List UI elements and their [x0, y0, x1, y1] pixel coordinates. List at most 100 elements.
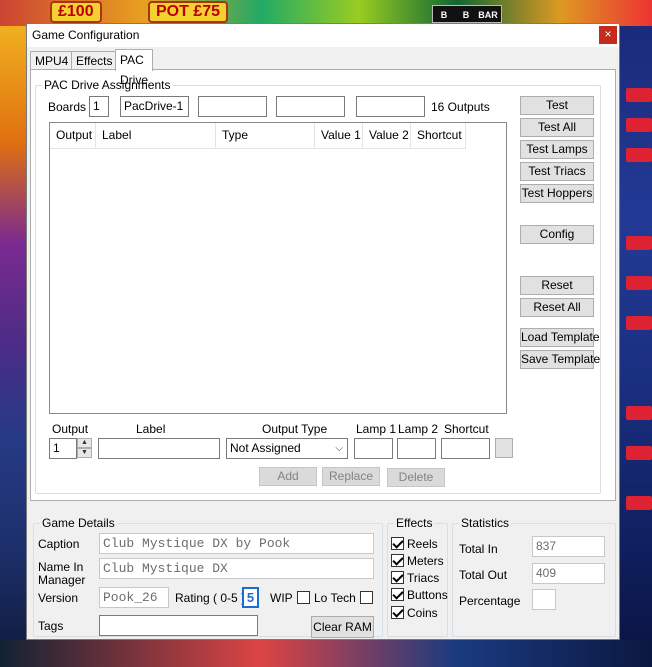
board-3-name-field[interactable]	[276, 96, 345, 117]
outputs-count-label: 16 Outputs	[431, 100, 490, 114]
config-button[interactable]: Config	[520, 225, 594, 244]
load-template-button[interactable]: Load Template	[520, 328, 600, 347]
column-header-value-2[interactable]: Value 2	[363, 123, 411, 148]
test-lamps-button[interactable]: Test Lamps	[520, 140, 594, 159]
output-type-value: Not Assigned	[230, 441, 301, 455]
shortcut-picker-button[interactable]	[495, 438, 513, 458]
close-icon: ×	[604, 27, 612, 41]
assignments-list[interactable]: Output Label Type Value 1 Value 2 Shortc…	[49, 122, 507, 414]
board-1-name-field[interactable]: PacDrive-1	[120, 96, 189, 117]
reset-all-button[interactable]: Reset All	[520, 298, 594, 317]
pac-drive-panel: PAC Drive Assignments Boards 1 PacDrive-…	[30, 69, 616, 501]
pot-badge: POT £75	[148, 1, 229, 23]
effects-item-label: Triacs	[407, 571, 440, 585]
effects-item-label: Buttons	[407, 588, 448, 602]
output-label-field[interactable]	[98, 438, 220, 459]
total-out-field: 409	[532, 563, 605, 584]
checkbox-checked-icon	[391, 606, 404, 619]
spinner-up-icon[interactable]: ▲	[77, 438, 92, 448]
checkbox-checked-icon	[391, 537, 404, 550]
reel-symbol: B	[440, 10, 448, 20]
tags-field[interactable]	[99, 615, 258, 636]
save-template-button[interactable]: Save Template	[520, 350, 600, 369]
effects-reels-checkbox[interactable]: Reels	[391, 537, 438, 553]
boards-label: Boards	[48, 100, 87, 114]
total-in-field: 837	[532, 536, 605, 557]
column-header-type[interactable]: Type	[216, 123, 315, 148]
chevron-down-icon: ⌵	[335, 443, 343, 454]
clear-ram-button[interactable]: Clear RAM	[311, 616, 374, 638]
tags-label: Tags	[38, 619, 64, 633]
group-label: Game Details	[40, 516, 117, 530]
output-label: Output	[52, 422, 89, 436]
output-type-label: Output Type	[262, 422, 328, 436]
group-label: Effects	[394, 516, 435, 530]
percentage-label: Percentage	[459, 594, 521, 608]
close-button[interactable]: ×	[599, 26, 617, 44]
game-artwork-left	[0, 26, 26, 667]
test-button[interactable]: Test	[520, 96, 594, 115]
column-header-label[interactable]: Label	[96, 123, 216, 148]
label-label: Label	[136, 422, 166, 436]
lamp-1-label: Lamp 1	[356, 422, 397, 436]
board-2-name-field[interactable]	[198, 96, 267, 117]
effects-meters-checkbox[interactable]: Meters	[391, 554, 444, 570]
replace-button[interactable]: Replace	[322, 467, 380, 486]
board-4-name-field[interactable]	[356, 96, 425, 117]
test-triacs-button[interactable]: Test Triacs	[520, 162, 594, 181]
checkbox-checked-icon	[391, 571, 404, 584]
effects-item-label: Reels	[407, 537, 438, 551]
add-button[interactable]: Add	[259, 467, 317, 486]
column-header-output[interactable]: Output	[50, 123, 96, 148]
game-artwork-bottom	[0, 640, 652, 667]
total-in-label: Total In	[459, 542, 498, 556]
caption-label: Caption	[38, 537, 80, 551]
group-label: PAC Drive Assignments	[42, 78, 173, 92]
effects-buttons-checkbox[interactable]: Buttons	[391, 588, 448, 604]
spinner-down-icon[interactable]: ▼	[77, 448, 92, 458]
prize-badge: £100	[50, 1, 102, 23]
column-header-shortcut[interactable]: Shortcut	[411, 123, 466, 148]
effects-triacs-checkbox[interactable]: Triacs	[391, 571, 439, 587]
tab-mpu4[interactable]: MPU4	[30, 51, 74, 70]
delete-button[interactable]: Delete	[387, 468, 445, 487]
output-spinner[interactable]: ▲ ▼	[77, 438, 92, 458]
tab-pac-drive[interactable]: PAC Drive	[115, 49, 153, 87]
reel-display: B B BAR	[432, 5, 502, 23]
shortcut-label: Shortcut	[444, 422, 489, 436]
lamp-2-field[interactable]	[397, 438, 436, 459]
game-artwork-right	[620, 26, 652, 667]
lamp-1-field[interactable]	[354, 438, 393, 459]
group-label: Statistics	[459, 516, 512, 530]
name-in-manager-field[interactable]: Club Mystique DX	[99, 558, 374, 579]
output-type-select[interactable]: Not Assigned ⌵	[226, 438, 348, 459]
lo-tech-label: Lo Tech	[314, 591, 356, 605]
reel-symbol: B	[462, 10, 470, 20]
reset-button[interactable]: Reset	[520, 276, 594, 295]
window-title: Game Configuration	[32, 28, 140, 42]
version-label: Version	[38, 591, 79, 605]
manager-label: Manager	[38, 573, 86, 587]
wip-checkbox[interactable]	[297, 591, 310, 604]
test-all-button[interactable]: Test All	[520, 118, 594, 137]
reel-symbol: BAR	[478, 10, 498, 20]
column-header-value-1[interactable]: Value 1	[315, 123, 363, 148]
effects-coins-checkbox[interactable]: Coins	[391, 606, 438, 622]
effects-item-label: Meters	[407, 554, 444, 568]
shortcut-field[interactable]	[441, 438, 490, 459]
caption-field[interactable]: Club Mystique DX by Pook	[99, 533, 374, 554]
boards-count-field[interactable]: 1	[89, 96, 109, 117]
version-field[interactable]: Pook_26	[99, 587, 169, 608]
checkbox-checked-icon	[391, 588, 404, 601]
percentage-field	[532, 589, 556, 610]
wip-label: WIP	[270, 591, 293, 605]
tab-effects[interactable]: Effects	[71, 51, 118, 70]
title-bar[interactable]: Game Configuration ×	[27, 24, 619, 47]
rating-label: Rating ( 0-5 )	[175, 591, 246, 605]
test-hoppers-button[interactable]: Test Hoppers	[520, 184, 594, 203]
effects-item-label: Coins	[407, 606, 438, 620]
lo-tech-checkbox[interactable]	[360, 591, 373, 604]
output-number-field[interactable]: 1	[49, 438, 77, 459]
rating-field[interactable]: 5	[242, 587, 259, 608]
total-out-label: Total Out	[459, 568, 508, 582]
